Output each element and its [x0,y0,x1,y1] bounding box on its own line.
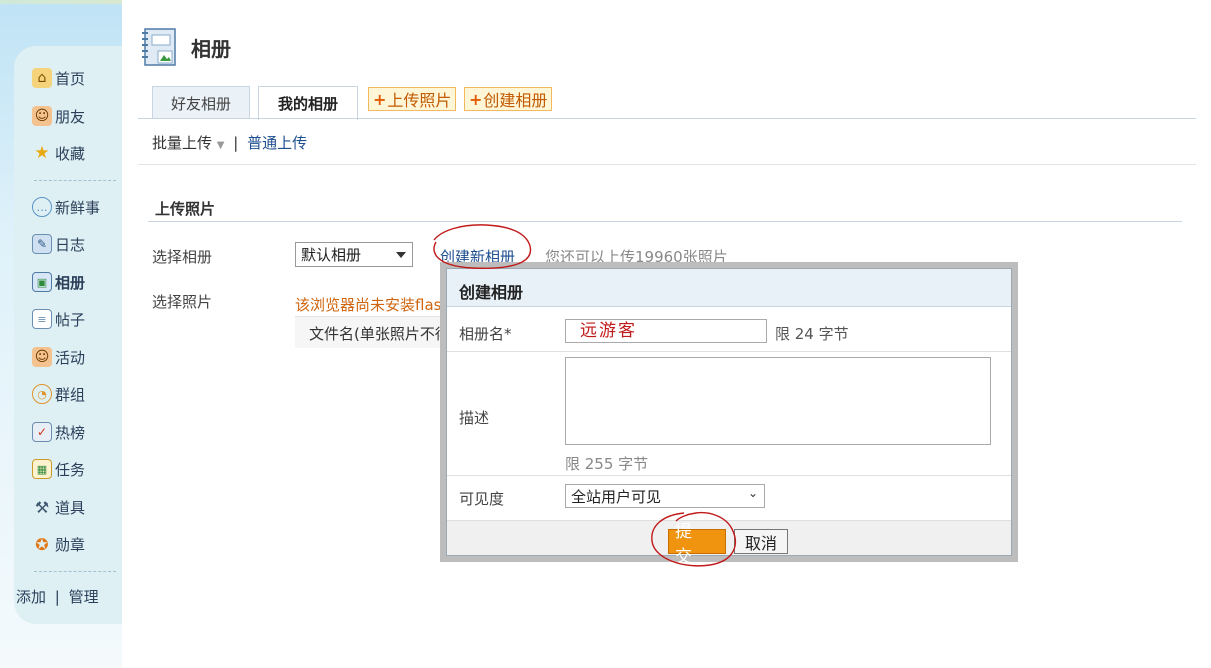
sidebar-item-events[interactable]: ☺ 活动 [32,345,85,369]
create-album-button[interactable]: + 创建相册 [464,87,553,111]
sidebar-item-label: 朋友 [55,107,86,126]
sidebar-footer: 添加 | 管理 [16,586,99,607]
row-divider [447,351,1011,352]
desc-limit-hint: 限 255 字节 [565,455,649,473]
plus-icon: + [373,89,387,109]
sidebar-item-album[interactable]: ▣ 相册 [32,270,85,294]
sidebar-divider [34,571,116,572]
sidebar-item-blog[interactable]: ✎ 日志 [32,232,85,256]
visibility-select[interactable]: 全站用户可见 ⌄ [565,484,765,508]
select-album-label: 选择相册 [152,248,213,266]
tab-my-albums[interactable]: 我的相册 [258,86,358,120]
batch-upload-link[interactable]: 批量上传 [152,134,212,152]
sidebar-item-label: 日志 [55,235,86,254]
sidebar-item-label: 收藏 [55,144,86,163]
chevron-down-icon: ⌄ [747,486,758,500]
sidebar-item-label: 首页 [55,69,86,88]
album-icon [142,28,176,66]
sidebar-item-favorites[interactable]: ★ 收藏 [32,141,85,165]
main-content: 相册 好友相册 我的相册 + 上传照片 + 创建相册 批量上传 ▼ | 普通上传… [122,0,1211,668]
select-photo-label: 选择照片 [152,293,213,311]
submit-button[interactable]: 提 交 [668,522,726,567]
sidebar-item-news[interactable]: … 新鲜事 [32,195,100,219]
sidebar-footer-divider: | [54,588,60,606]
dialog-title: 创建相册 [447,269,1011,307]
caret-down-icon[interactable]: ▼ [217,140,225,151]
sidebar-item-medals[interactable]: ✪ 勋章 [32,532,85,556]
sidebar-item-groups[interactable]: ◔ 群组 [32,382,85,406]
cancel-button[interactable]: 取消 [734,529,788,554]
divider [138,164,1196,165]
create-album-label: 创建相册 [483,91,548,110]
album-select[interactable]: 默认相册 [295,242,413,267]
medal-icon: ✪ [35,534,49,554]
album-name-input[interactable]: 远游客 [565,319,767,343]
plus-icon: + [469,89,483,109]
dialog-body: 创建相册 相册名* 远游客 限 24 字节 描述 限 255 字节 可见度 全站… [446,268,1012,567]
sidebar-item-label: 道具 [55,498,86,517]
sidebar-divider [34,180,116,181]
tab-friends-albums[interactable]: 好友相册 [152,86,250,119]
speech-bubble-icon: … [32,197,52,217]
upload-photo-label: 上传照片 [387,91,452,110]
sidebar-item-posts[interactable]: ≡ 帖子 [32,307,85,331]
album-select-value: 默认相册 [301,246,362,264]
sidebar-item-label: 勋章 [55,535,86,554]
create-album-dialog: 创建相册 相册名* 远游客 限 24 字节 描述 限 255 字节 可见度 全站… [440,262,1018,567]
upload-mode-bar: 批量上传 ▼ | 普通上传 [152,132,307,153]
upload-photo-button[interactable]: + 上传照片 [368,87,457,111]
dialog-footer [447,520,1011,555]
sidebar-item-friends[interactable]: ☺ 朋友 [32,104,85,128]
sidebar-item-label: 任务 [55,460,86,479]
sidebar-item-label: 新鲜事 [55,198,101,217]
visibility-select-value: 全站用户可见 [571,487,662,506]
tabs-underline [138,118,1196,119]
group-icon: ◔ [32,384,52,404]
sidebar-item-label: 帖子 [55,310,86,329]
sidebar-add-link[interactable]: 添加 [16,588,46,606]
sidebar-item-props[interactable]: ⚒ 道具 [32,495,85,519]
flash-warning: 该浏览器尚未安装flash [295,296,451,314]
left-sidebar: ⌂ 首页 ☺ 朋友 ★ 收藏 … 新鲜事 ✎ 日志 ▣ 相册 ≡ 帖子 ☺ 活动… [14,46,122,624]
home-icon: ⌂ [32,68,52,88]
event-icon: ☺ [32,347,52,367]
divider [148,221,1182,222]
friends-icon: ☺ [32,106,52,126]
dropdown-arrow-icon [396,251,406,258]
normal-upload-link[interactable]: 普通上传 [247,134,307,152]
album-name-label: 相册名* [459,325,512,343]
page-title: 相册 [191,37,231,61]
section-title: 上传照片 [155,200,216,218]
description-label: 描述 [459,409,490,427]
filename-header: 文件名(单张照片不得 [295,316,455,348]
task-icon: ▦ [32,459,52,479]
visibility-label: 可见度 [459,490,505,508]
name-limit-hint: 限 24 字节 [775,325,849,343]
sidebar-item-hot-list[interactable]: ✓ 热榜 [32,420,85,444]
post-icon: ≡ [32,309,52,329]
blog-icon: ✎ [32,234,52,254]
sidebar-item-tasks[interactable]: ▦ 任务 [32,457,85,481]
row-divider [447,475,1011,476]
sidebar-item-label: 热榜 [55,423,86,442]
upload-mode-divider: | [233,134,239,152]
description-textarea[interactable] [565,357,991,445]
sidebar-item-home[interactable]: ⌂ 首页 [32,66,85,90]
sidebar-item-label: 相册 [55,273,86,292]
hot-list-icon: ✓ [32,422,52,442]
album-icon: ▣ [32,272,52,292]
sidebar-item-label: 活动 [55,348,86,367]
hammer-icon: ⚒ [34,497,50,517]
sidebar-manage-link[interactable]: 管理 [69,588,99,606]
star-icon: ★ [34,143,50,163]
sidebar-item-label: 群组 [55,385,86,404]
